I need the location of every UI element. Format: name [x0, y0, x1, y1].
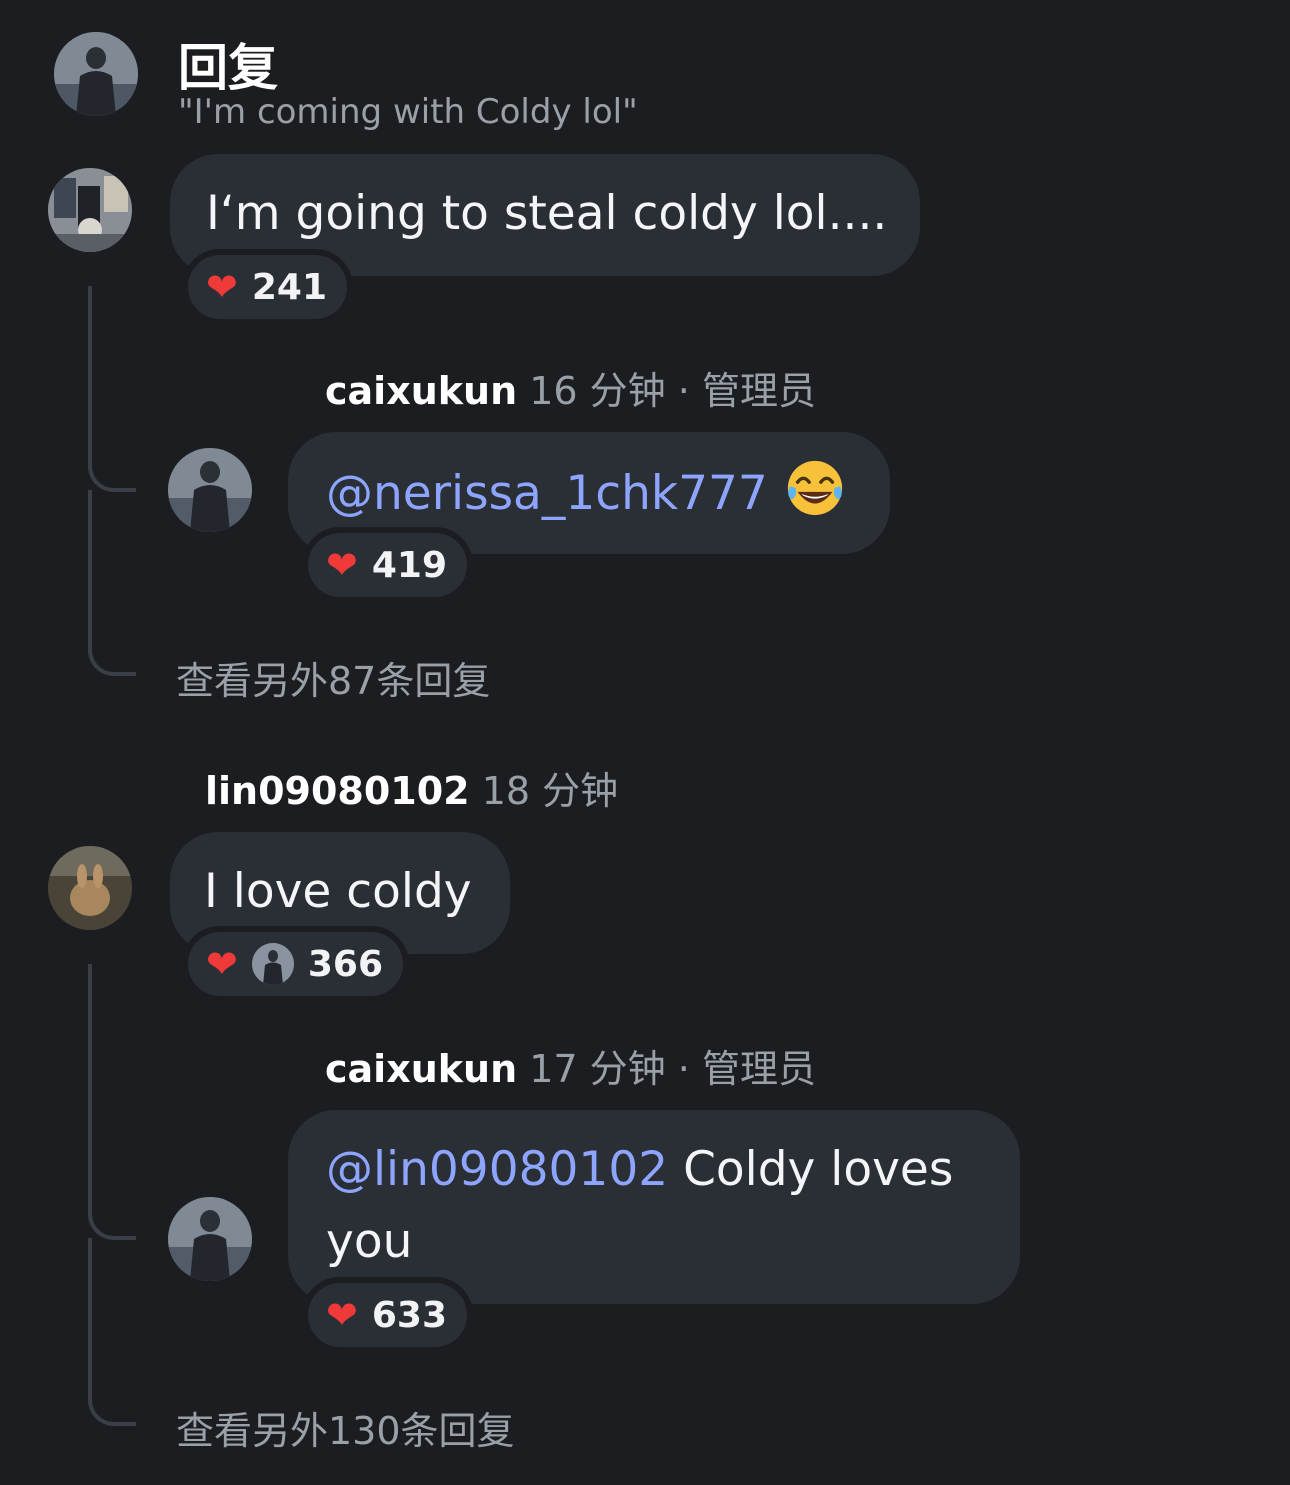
mention-link[interactable]: @lin09080102 — [326, 1142, 668, 1197]
reply-bubble[interactable]: @lin09080102 Coldy loves you — [288, 1110, 1020, 1304]
admin-badge: 管理员 — [701, 369, 816, 413]
reply-avatar[interactable] — [168, 1197, 252, 1281]
reactor-avatar — [251, 943, 294, 985]
reaction-count: 419 — [371, 544, 447, 586]
view-more-replies-link[interactable]: 查看另外87条回复 — [176, 650, 490, 705]
reply-meta: caixukun 17 分钟 · 管理员 — [325, 1038, 816, 1093]
reply-username[interactable]: caixukun — [325, 369, 517, 413]
heart-icon: ❤ — [326, 1293, 358, 1337]
separator-dot: · — [677, 369, 690, 413]
reply-time: 16 分钟 — [529, 369, 666, 413]
header-avatar[interactable] — [54, 32, 138, 116]
thread-connector — [88, 620, 136, 676]
reply-meta: caixukun 16 分钟 · 管理员 — [325, 360, 816, 415]
comment-meta: lin09080102 18 分钟 — [205, 760, 618, 815]
reply-avatar[interactable] — [168, 448, 252, 532]
reply-text: @nerissa_1chk777 — [326, 457, 846, 530]
mention-link[interactable]: @nerissa_1chk777 — [326, 466, 768, 521]
thread-connector — [88, 440, 136, 492]
heart-icon: ❤ — [206, 265, 238, 309]
reaction-pill[interactable]: ❤ 419 — [302, 527, 473, 603]
reaction-count: 633 — [371, 1294, 447, 1336]
admin-badge: 管理员 — [701, 1047, 816, 1091]
reply-text: Coldy loves — [668, 1142, 954, 1197]
reaction-pill[interactable]: ❤ 366 — [182, 926, 409, 1002]
thread-connector — [88, 1188, 136, 1240]
reply-time: 17 分钟 — [529, 1047, 666, 1091]
quoted-post-text: "I'm coming with Coldy lol" — [178, 92, 638, 132]
thread-line — [88, 286, 92, 466]
comment-text: I‘m going to steal coldy lol.... — [206, 186, 888, 241]
thread-line — [88, 490, 92, 640]
reaction-pill[interactable]: ❤ 241 — [182, 249, 353, 325]
thread-connector — [88, 1370, 136, 1426]
reply-username[interactable]: caixukun — [325, 1047, 517, 1091]
separator-dot: · — [677, 1047, 690, 1091]
reaction-pill[interactable]: ❤ 633 — [302, 1277, 473, 1353]
comment-text: I love coldy — [204, 864, 472, 919]
heart-icon: ❤ — [206, 942, 238, 986]
reaction-count: 241 — [251, 266, 327, 308]
commenter-avatar[interactable] — [48, 846, 132, 930]
reaction-count: 366 — [307, 943, 383, 985]
thread-line — [88, 964, 92, 1214]
comment-time: 18 分钟 — [481, 769, 619, 813]
page-title: 回复 — [178, 39, 278, 97]
reply-text-line-2: you — [326, 1214, 413, 1269]
commenter-avatar[interactable] — [48, 168, 132, 252]
reply-text-line-1: @lin09080102 Coldy loves — [326, 1134, 953, 1206]
comment-username[interactable]: lin09080102 — [205, 769, 470, 813]
view-more-replies-link[interactable]: 查看另外130条回复 — [176, 1400, 515, 1455]
thread-line — [88, 1238, 92, 1392]
heart-icon: ❤ — [326, 543, 358, 587]
face-with-tears-of-joy-icon — [787, 460, 842, 516]
